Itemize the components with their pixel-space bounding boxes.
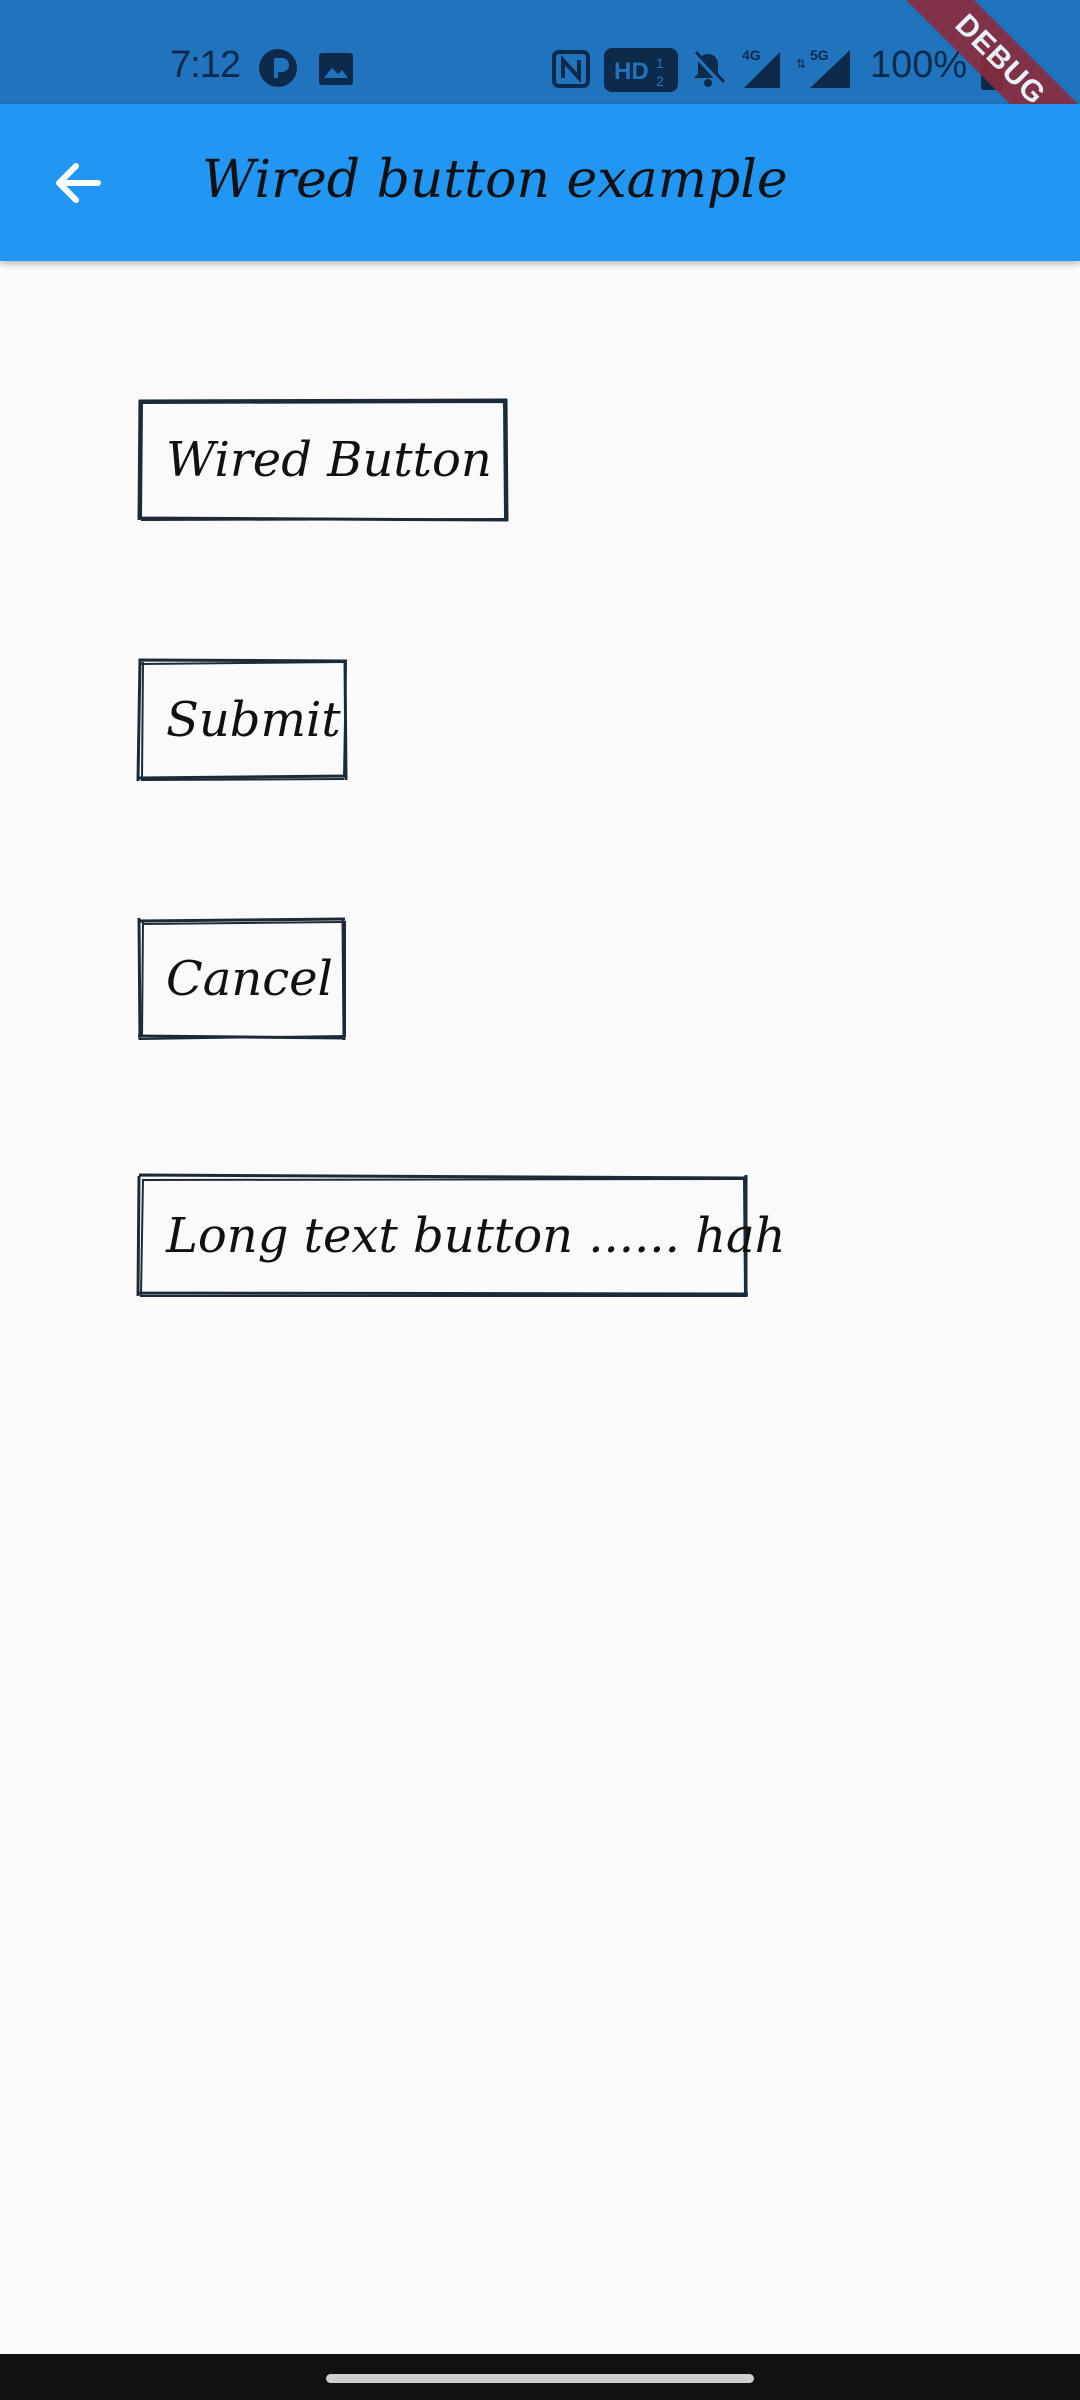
home-gesture-handle[interactable] — [326, 2374, 754, 2383]
image-icon — [319, 53, 353, 85]
hd-icon: HD 1 2 — [604, 48, 678, 92]
page-title: Wired button example — [202, 150, 788, 210]
svg-text:HD: HD — [614, 58, 649, 85]
notification-app-icon — [259, 49, 297, 87]
signal-4g-icon: 4G — [742, 47, 780, 88]
svg-text:2: 2 — [656, 73, 664, 89]
status-bar: 7:12 HD 1 2 4G ⇅ 5G 100% — [0, 0, 1080, 104]
nfc-icon — [552, 50, 590, 88]
svg-text:5G: 5G — [810, 47, 829, 63]
cancel-button[interactable]: Cancel — [137, 917, 346, 1041]
status-time: 7:12 — [170, 44, 241, 86]
signal-5g-icon: ⇅ 5G — [796, 47, 850, 88]
back-button[interactable] — [44, 148, 114, 218]
long-text-button[interactable]: Long text button ...... hah — [136, 1173, 786, 1297]
svg-text:⇅: ⇅ — [796, 57, 806, 71]
bell-off-icon — [692, 50, 726, 87]
app-bar: Wired button example — [0, 104, 1080, 261]
battery-percentage: 100% — [870, 44, 968, 86]
long-text-button-label: Long text button ...... hah — [166, 1208, 786, 1264]
submit-button[interactable]: Submit — [136, 658, 348, 782]
wired-button[interactable]: Wired Button — [137, 398, 509, 522]
svg-text:4G: 4G — [742, 47, 761, 63]
arrow-back-icon — [56, 163, 101, 203]
cancel-button-label: Cancel — [166, 951, 333, 1007]
svg-text:1: 1 — [656, 55, 664, 71]
wired-button-label: Wired Button — [166, 432, 492, 488]
submit-button-label: Submit — [166, 692, 341, 748]
system-navigation-bar — [0, 2354, 1080, 2400]
